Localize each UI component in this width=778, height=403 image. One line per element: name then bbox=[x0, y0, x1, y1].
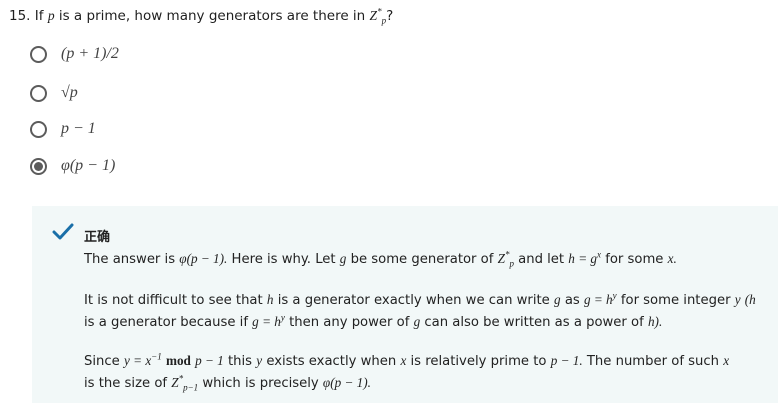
check-icon bbox=[52, 223, 74, 240]
explanation-line: The answer is φ(p − 1). Here is why. Let… bbox=[84, 249, 677, 269]
radio-button-selected[interactable] bbox=[30, 157, 47, 175]
radio-dot bbox=[34, 161, 43, 171]
question-number: 15. bbox=[9, 8, 31, 24]
explanation-line: It is not difficult to see that h is a g… bbox=[84, 290, 756, 308]
question-text: 15. If p is a prime, how many generators… bbox=[9, 6, 394, 26]
explanation-line: is the size of Z*p−1 which is precisely … bbox=[84, 373, 371, 393]
feedback-panel: 正确 The answer is φ(p − 1). Here is why. … bbox=[32, 206, 778, 403]
answer-option-4[interactable]: φ(p − 1) bbox=[30, 154, 115, 178]
radio-button[interactable] bbox=[30, 84, 47, 102]
option-label: p − 1 bbox=[61, 120, 96, 137]
explanation-line: Since y = x−1 mod p − 1 this y exists ex… bbox=[84, 351, 730, 369]
feedback-status: 正确 bbox=[84, 230, 111, 245]
explanation-line: is a generator because if g = hy then an… bbox=[84, 312, 663, 330]
radio-button[interactable] bbox=[30, 45, 47, 63]
option-label: φ(p − 1) bbox=[61, 157, 116, 174]
option-label: (p + 1)/2 bbox=[61, 45, 119, 62]
answer-option-1[interactable]: (p + 1)/2 bbox=[30, 42, 119, 66]
radio-button[interactable] bbox=[30, 120, 47, 138]
answer-option-2[interactable]: √p bbox=[30, 81, 78, 105]
option-label: √p bbox=[61, 84, 78, 101]
answer-option-3[interactable]: p − 1 bbox=[30, 117, 96, 141]
